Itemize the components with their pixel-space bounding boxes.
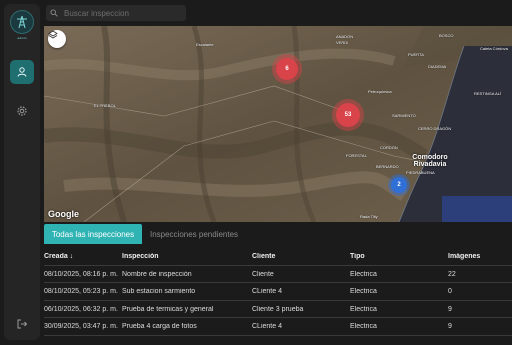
table-row[interactable]: 08/10/2025, 08:16 p. m. Nombre de inspec… [44,266,512,283]
map-place-label: CORDÓN [380,145,398,150]
sidebar: admin [4,4,40,340]
cell-inspection: Nombre de inspección [122,270,192,278]
table-row[interactable]: 30/09/2025, 03:47 p. m. Prueba 4 carga d… [44,318,512,336]
nav-users-button[interactable] [10,60,34,84]
layers-icon [48,30,58,39]
map-place-label: EL TRÉBOL [94,103,116,108]
cluster-count: 2 [397,182,401,188]
inspections-map[interactable]: Escalante ANADON VERDI BOSCO PUERTA DIAD… [44,26,512,222]
layers-button[interactable] [48,30,66,48]
search-input[interactable] [64,8,184,18]
map-place-label: BERNARDO [376,164,399,169]
column-header-inspection[interactable]: Inspección [122,253,250,260]
google-attribution: Google [48,209,79,219]
map-place-label: FORESTAL [346,153,367,158]
map-place-label: Escalante [196,42,214,47]
satellite-terrain [44,26,512,222]
cell-created: 06/10/2025, 06:32 p. m. [44,305,118,313]
logo-caption: admin [17,36,27,40]
map-place-label: CERRO DRAGÓN [418,126,452,131]
cell-images: 22 [448,270,456,278]
logout-button[interactable] [10,312,34,336]
cell-client: CLiente 4 [252,323,282,330]
table-row[interactable]: 08/10/2025, 05:23 p. m. Sub estacion sar… [44,283,512,301]
cell-created: 30/09/2025, 03:47 p. m. [44,323,118,330]
cell-images: 9 [448,305,452,313]
cell-client: Cliente [252,270,274,278]
map-place-label: RESTINGA ALÍ [474,91,502,96]
cell-inspection: Sub estacion sarmiento [122,288,196,295]
cell-created: 08/10/2025, 08:16 p. m. [44,270,118,278]
tower-logo-icon [17,15,27,29]
map-cluster-marker[interactable]: 53 [336,103,360,127]
cell-client: CLiente 4 [252,288,282,295]
map-place-label: DIADEMA [428,64,447,69]
cluster-count: 53 [344,112,352,118]
cell-images: 9 [448,323,452,330]
app-root: admin Buscar inspeccion Escalante ANADON… [0,0,512,345]
cell-client: Cliente 3 prueba [252,305,304,313]
logout-icon [17,319,28,329]
map-place-label: SARMIENTO [392,113,416,118]
city-label-line1: Comodoro [412,154,448,161]
search-box [46,5,186,21]
map-place-label: ANADON [336,34,354,39]
search-icon [50,9,58,17]
column-header-images[interactable]: Imágenes [448,253,508,260]
map-place-label: PIEDRABUENA [406,170,435,175]
map-place-label: Petroquímica [368,89,392,94]
cell-type: Electrica [350,305,377,313]
cell-type: Electrica [350,288,377,295]
app-logo[interactable] [10,10,34,34]
cell-inspection: Prueba de termicas y general [122,305,214,313]
map-place-label: Caleta Córdova [480,46,508,51]
nav-settings-button[interactable] [10,99,34,123]
cell-images: 0 [448,288,452,295]
map-place-label: BOSCO [439,33,454,38]
map-cluster-marker[interactable]: 6 [276,58,298,80]
map-place-label: PUERTA [408,52,424,57]
cell-created: 08/10/2025, 05:23 p. m. [44,288,118,295]
table-row[interactable]: 06/10/2025, 06:32 p. m. Prueba de termic… [44,301,512,318]
map-place-label: VERDI [336,40,349,45]
tab-pending-inspections[interactable]: Inspecciones pendientes [146,224,242,244]
gear-icon [17,106,27,116]
cluster-count: 6 [285,66,289,72]
user-icon [17,67,27,77]
table-header: Creada ↓ Inspección Cliente Tipo Imágene… [44,248,512,266]
city-label-line2: Rivadavia [413,161,447,168]
column-header-client[interactable]: Cliente [252,253,348,260]
cell-inspection: Prueba 4 carga de fotos [122,323,197,330]
map-cluster-marker[interactable]: 2 [391,177,407,193]
inspections-table: Creada ↓ Inspección Cliente Tipo Imágene… [44,248,512,336]
tab-all-inspections[interactable]: Todas las inspecciones [44,224,142,244]
column-header-type[interactable]: Tipo [350,253,446,260]
cell-type: Electrica [350,270,377,278]
cell-type: Electrica [350,323,377,330]
column-header-created[interactable]: Creada ↓ [44,253,120,260]
city-label: Comodoro Rivadavia [402,154,458,168]
map-place-label: Rada Tilly [360,214,378,219]
